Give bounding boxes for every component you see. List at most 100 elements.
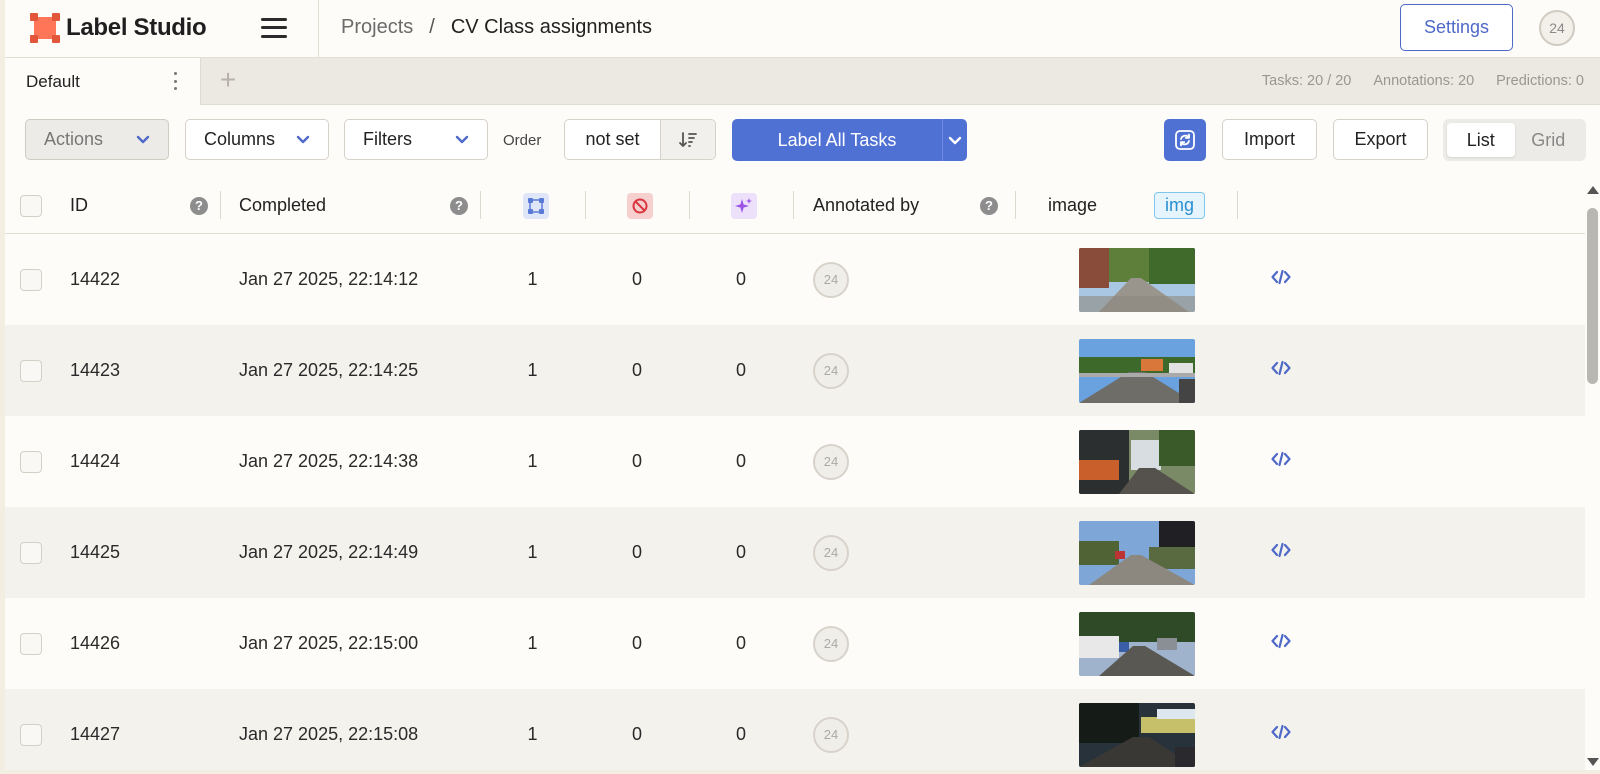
annotations-count: 1 (527, 360, 538, 380)
column-header-annotated-by[interactable]: Annotated by (813, 177, 919, 234)
completed-date: Jan 27 2025, 22:14:12 (239, 269, 419, 289)
column-header-predictions[interactable] (731, 177, 757, 234)
table-row[interactable]: 14424 Jan 27 2025, 22:14:38 1 0 0 24 (5, 416, 1585, 507)
source-code-icon[interactable] (1271, 724, 1291, 745)
annotator-cell: 24 (813, 689, 849, 770)
annotations-count: 1 (527, 269, 538, 289)
row-checkbox[interactable] (20, 450, 42, 473)
annotator-avatar[interactable]: 24 (813, 534, 849, 571)
row-checkbox[interactable] (20, 359, 42, 382)
annotations-count: 1 (527, 633, 538, 653)
table-row[interactable]: 14422 Jan 27 2025, 22:14:12 1 0 0 24 (5, 234, 1585, 325)
column-header-annotations[interactable] (523, 177, 549, 234)
row-checkbox[interactable] (20, 723, 42, 746)
cancelled-icon (627, 192, 653, 219)
cancelled-count: 0 (631, 542, 642, 562)
annotator-avatar[interactable]: 24 (813, 443, 849, 480)
annotator-cell: 24 (813, 507, 849, 598)
annotator-cell: 24 (813, 234, 849, 325)
column-header-id[interactable]: ID (70, 177, 88, 234)
columns-label: Columns (204, 129, 276, 149)
refresh-icon (1175, 130, 1195, 150)
table-row[interactable]: 14426 Jan 27 2025, 22:15:00 1 0 0 24 (5, 598, 1585, 689)
label-all-dropdown-toggle[interactable] (942, 119, 967, 161)
header-divider (318, 0, 319, 58)
image-cell (1079, 234, 1195, 325)
table-row[interactable]: 14425 Jan 27 2025, 22:14:49 1 0 0 24 (5, 507, 1585, 598)
column-header-completed[interactable]: Completed (239, 177, 326, 234)
annotated-by-help-icon[interactable]: ? (980, 177, 998, 234)
view-list-option[interactable]: List (1447, 123, 1515, 157)
cancelled-count: 0 (631, 269, 642, 289)
cancelled-count: 0 (631, 360, 642, 380)
hamburger-menu-icon[interactable] (261, 17, 287, 39)
columns-dropdown[interactable]: Columns (185, 119, 329, 160)
select-all-checkbox[interactable] (20, 194, 42, 217)
table-row[interactable]: 14423 Jan 27 2025, 22:14:25 1 0 0 24 (5, 325, 1585, 416)
source-code-icon[interactable] (1271, 451, 1291, 472)
source-code-cell (1271, 598, 1291, 689)
image-thumbnail[interactable] (1079, 247, 1195, 312)
column-header-cancelled[interactable] (627, 177, 653, 234)
user-avatar[interactable]: 24 (1539, 10, 1575, 46)
row-checkbox[interactable] (20, 541, 42, 564)
annotator-cell: 24 (813, 598, 849, 689)
predictions-count: 0 (735, 451, 746, 471)
source-code-icon[interactable] (1271, 360, 1291, 381)
annotator-avatar[interactable]: 24 (813, 352, 849, 389)
image-thumbnail[interactable] (1079, 520, 1195, 585)
app-window: Label Studio Projects / CV Class assignm… (5, 0, 1600, 770)
predictions-count: 0 (735, 724, 746, 744)
image-thumbnail[interactable] (1079, 702, 1195, 767)
completed-date: Jan 27 2025, 22:14:49 (239, 542, 419, 562)
chevron-down-icon (296, 135, 310, 144)
image-thumbnail[interactable] (1079, 429, 1195, 494)
annotator-avatar[interactable]: 24 (813, 625, 849, 662)
image-thumbnail[interactable] (1079, 611, 1195, 676)
filters-dropdown[interactable]: Filters (344, 119, 488, 160)
refresh-button[interactable] (1164, 119, 1206, 161)
source-code-icon[interactable] (1271, 542, 1291, 563)
row-checkbox[interactable] (20, 632, 42, 655)
breadcrumb-projects-link[interactable]: Projects (341, 16, 413, 39)
completed-date: Jan 27 2025, 22:14:38 (239, 451, 419, 471)
id-help-icon[interactable]: ? (190, 177, 208, 234)
scrollbar-thumb[interactable] (1587, 208, 1598, 384)
row-select-cell (20, 598, 42, 689)
image-thumbnail[interactable] (1079, 338, 1195, 403)
view-grid-option[interactable]: Grid (1515, 123, 1583, 157)
table-row[interactable]: 14427 Jan 27 2025, 22:15:08 1 0 0 24 (5, 689, 1585, 770)
import-button[interactable]: Import (1222, 119, 1317, 160)
label-all-tasks-label[interactable]: Label All Tasks (732, 119, 942, 161)
image-cell (1079, 325, 1195, 416)
task-id: 14426 (70, 633, 121, 653)
order-label: Order (503, 132, 542, 149)
select-all-cell (20, 177, 42, 234)
logo[interactable]: Label Studio (30, 12, 207, 44)
row-checkbox[interactable] (20, 268, 42, 291)
add-tab-icon[interactable]: + (214, 66, 242, 94)
scroll-up-arrow-icon[interactable] (1587, 186, 1599, 194)
tab-default[interactable]: Default (5, 58, 201, 105)
table-scrollbar[interactable] (1585, 186, 1600, 770)
task-id: 14425 (70, 542, 121, 562)
task-id: 14427 (70, 724, 121, 744)
task-id: 14423 (70, 360, 121, 380)
export-button[interactable]: Export (1333, 119, 1428, 160)
annotator-avatar[interactable]: 24 (813, 716, 849, 753)
column-header-image[interactable]: image (1048, 177, 1097, 234)
label-all-tasks-button[interactable]: Label All Tasks (732, 119, 967, 161)
completed-help-icon[interactable]: ? (450, 177, 468, 234)
tasks-count: Tasks: 20 / 20 (1261, 73, 1352, 89)
tab-menu-icon[interactable] (172, 72, 178, 90)
scroll-down-arrow-icon[interactable] (1587, 758, 1599, 766)
source-code-icon[interactable] (1271, 269, 1291, 290)
view-toggle: List Grid (1443, 119, 1586, 161)
annotator-avatar[interactable]: 24 (813, 261, 849, 298)
source-code-icon[interactable] (1271, 633, 1291, 654)
order-select[interactable]: not set (565, 120, 661, 159)
settings-button[interactable]: Settings (1400, 4, 1513, 51)
actions-dropdown[interactable]: Actions (25, 119, 169, 160)
sort-direction-button[interactable] (661, 120, 715, 159)
row-select-cell (20, 234, 42, 325)
